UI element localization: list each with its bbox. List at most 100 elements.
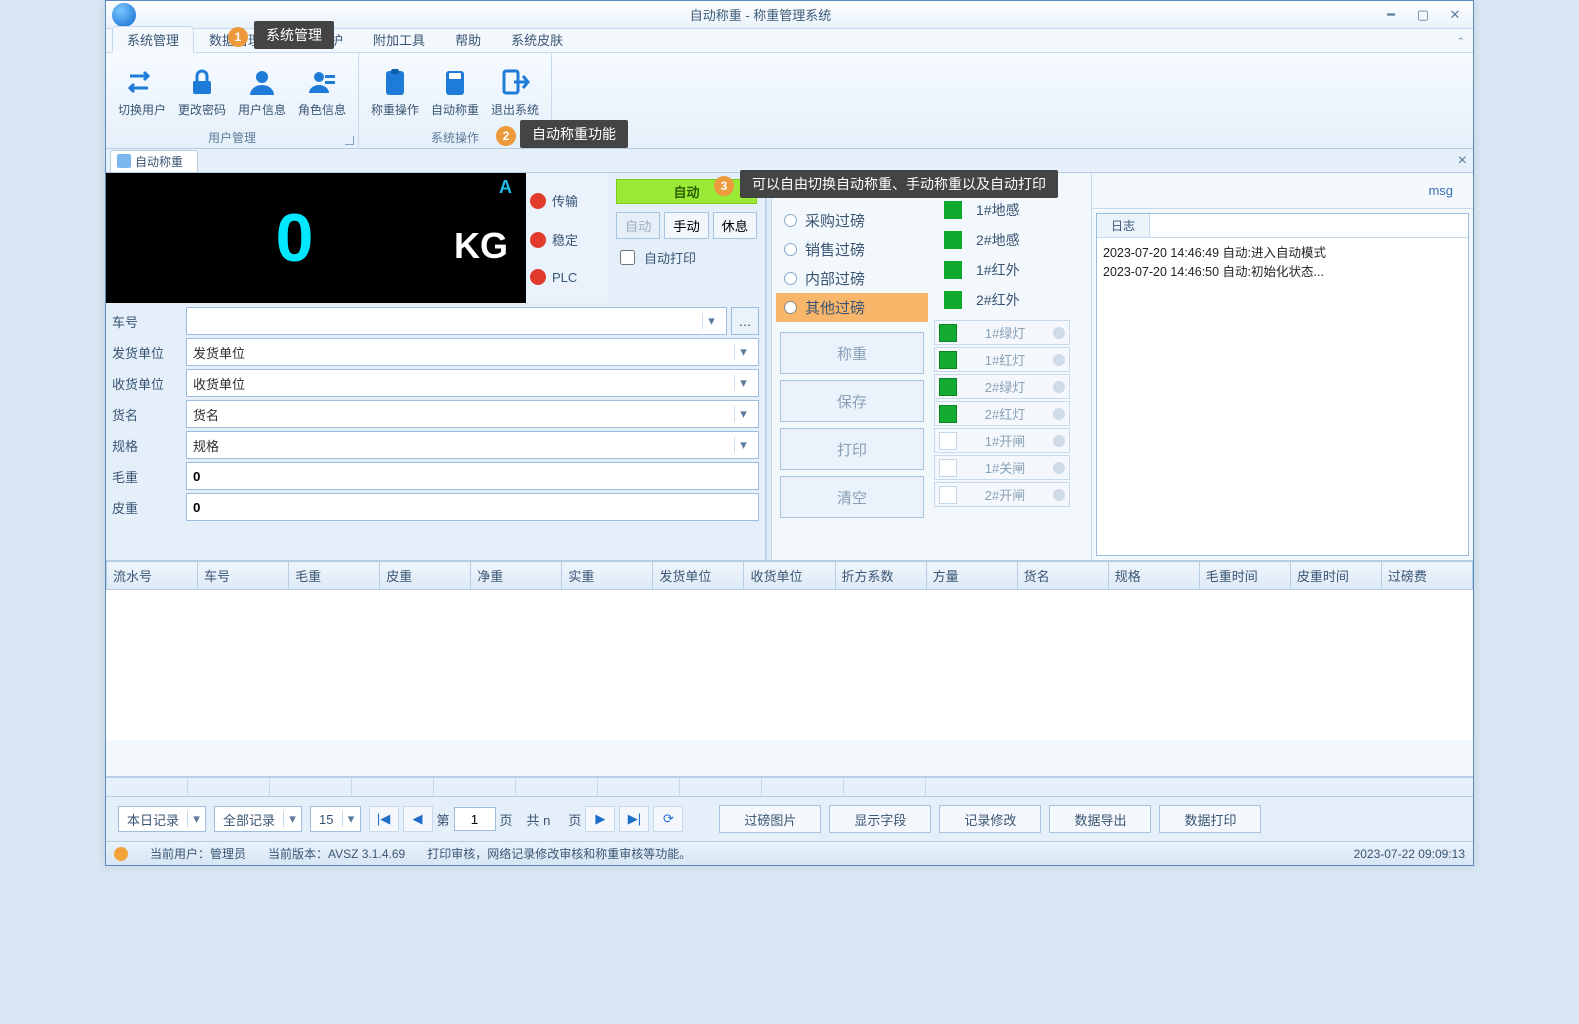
menu-skin[interactable]: 系统皮肤 [496,26,578,52]
grid-column-header[interactable]: 皮重 [380,562,471,590]
device-dot-icon [1053,327,1065,339]
car-more-button[interactable]: … [731,307,759,335]
mode-rest-button[interactable]: 休息 [713,212,757,239]
device-row[interactable]: 1#开闸 [934,428,1070,453]
tool-weigh-operate[interactable]: 称重操作 [365,55,425,127]
scale-type-purchase[interactable]: 采购过磅 [776,206,928,235]
edit-record-button[interactable]: 记录修改 [939,805,1041,833]
menu-data-manage[interactable]: 数据管理 [194,26,276,52]
device-row[interactable]: 2#绿灯 [934,374,1070,399]
tool-exit-system[interactable]: 退出系统 [485,55,545,127]
save-button[interactable]: 保存 [780,380,924,422]
combo-value: 发货单位 [193,343,245,362]
sender-combo[interactable]: 发货单位 ▾ [186,338,759,366]
device-row[interactable]: 1#红灯 [934,347,1070,372]
tool-switch-user[interactable]: 切换用户 [112,55,172,127]
device-row[interactable]: 1#关闸 [934,455,1070,480]
receiver-combo[interactable]: 收货单位▾ [186,369,759,397]
print-data-button[interactable]: 数据打印 [1159,805,1261,833]
grid-column-header[interactable]: 折方系数 [835,562,926,590]
clear-button[interactable]: 清空 [780,476,924,518]
grid-column-header[interactable]: 方量 [926,562,1017,590]
doc-tab-close-icon[interactable]: × [1458,152,1467,170]
app-logo-icon [112,3,136,27]
menu-addon-tools[interactable]: 附加工具 [358,26,440,52]
grid-column-header[interactable]: 货名 [1017,562,1108,590]
collapse-ribbon-icon[interactable]: ˆ [1455,33,1467,52]
title-bar: 自动称重 - 称重管理系统 ━ ▢ ✕ [106,1,1473,29]
last-page-button[interactable]: ▶| [619,806,649,832]
export-data-button[interactable]: 数据导出 [1049,805,1151,833]
sensor-led-icon [944,231,962,249]
spec-combo[interactable]: 规格▾ [186,431,759,459]
tare-weight-input[interactable] [186,493,759,521]
menu-bar: 系统管理 数据管理 系统维护 附加工具 帮助 系统皮肤 ˆ [106,29,1473,53]
first-page-button[interactable]: |◀ [369,806,399,832]
tool-change-password[interactable]: 更改密码 [172,55,232,127]
field-label: 皮重 [112,494,186,521]
maximize-button[interactable]: ▢ [1411,7,1435,23]
tool-label: 退出系统 [491,101,539,118]
grid-column-header[interactable]: 净重 [471,562,562,590]
grid-column-header[interactable]: 发货单位 [653,562,744,590]
tool-auto-weigh[interactable]: 自动称重 [425,55,485,127]
auto-print-check-input[interactable] [620,250,635,265]
device-led-icon [939,351,957,369]
tool-label: 自动称重 [431,101,479,118]
grid-column-header[interactable]: 毛重 [289,562,380,590]
auto-print-checkbox[interactable]: 自动打印 [616,247,757,268]
grid-column-header[interactable]: 收货单位 [744,562,835,590]
tool-role-info[interactable]: 角色信息 [292,55,352,127]
menu-help[interactable]: 帮助 [440,26,496,52]
menu-system-maint[interactable]: 系统维护 [276,26,358,52]
chevron-down-icon: ▾ [734,344,752,360]
grid-column-header[interactable]: 毛重时间 [1199,562,1290,590]
gross-weight-input[interactable] [186,462,759,490]
prev-page-button[interactable]: ◀ [403,806,433,832]
device-name: 1#红灯 [963,350,1047,369]
scale-type-sale[interactable]: 销售过磅 [776,235,928,264]
next-page-button[interactable]: ▶ [585,806,615,832]
device-name: 2#红灯 [963,404,1047,423]
device-row[interactable]: 2#红灯 [934,401,1070,426]
mode-manual-button[interactable]: 手动 [664,212,708,239]
sensor-led-icon [944,201,962,219]
status-title: 状态 [934,177,1070,200]
grid-column-header[interactable]: 实重 [562,562,653,590]
tool-user-info[interactable]: 用户信息 [232,55,292,127]
scale-type-other[interactable]: 其他过磅 [776,293,928,322]
grid-column-header[interactable]: 规格 [1108,562,1199,590]
weigh-image-button[interactable]: 过磅图片 [719,805,821,833]
ribbon-group-title: 用户管理 [106,129,358,148]
grid-column-header[interactable]: 流水号 [107,562,198,590]
menu-system-manage[interactable]: 系统管理 [112,26,194,53]
car-number-combo[interactable]: ▾ [186,307,727,335]
goods-combo[interactable]: 货名▾ [186,400,759,428]
device-dot-icon [1053,354,1065,366]
field-label: 收货单位 [112,370,186,397]
grid-column-header[interactable]: 车号 [198,562,289,590]
grid-column-header[interactable]: 皮重时间 [1290,562,1381,590]
mode-auto-button[interactable]: 自动 [616,212,660,239]
show-fields-button[interactable]: 显示字段 [829,805,931,833]
print-button[interactable]: 打印 [780,428,924,470]
log-tab[interactable]: 日志 [1097,214,1150,237]
scale-type-internal[interactable]: 内部过磅 [776,264,928,293]
sensor-led-icon [944,261,962,279]
device-row[interactable]: 2#开闸 [934,482,1070,507]
device-row[interactable]: 1#绿灯 [934,320,1070,345]
page-number-input[interactable] [454,807,496,831]
page-size-select[interactable]: 15▾ [310,806,360,832]
doc-tab-auto-weigh[interactable]: 自动称重 [110,150,198,172]
page-label: 共 n [527,810,551,829]
close-button[interactable]: ✕ [1443,7,1467,23]
all-records-select[interactable]: 全部记录▾ [214,806,302,832]
grid-column-header[interactable]: 过磅费 [1381,562,1472,590]
field-label: 车号 [112,308,186,335]
records-grid[interactable]: 流水号车号毛重皮重净重实重发货单位收货单位折方系数方量货名规格毛重时间皮重时间过… [106,561,1473,777]
select-value: 15 [311,812,341,827]
refresh-button[interactable]: ⟳ [653,806,683,832]
today-records-select[interactable]: 本日记录▾ [118,806,206,832]
weigh-button[interactable]: 称重 [780,332,924,374]
minimize-button[interactable]: ━ [1379,7,1403,23]
